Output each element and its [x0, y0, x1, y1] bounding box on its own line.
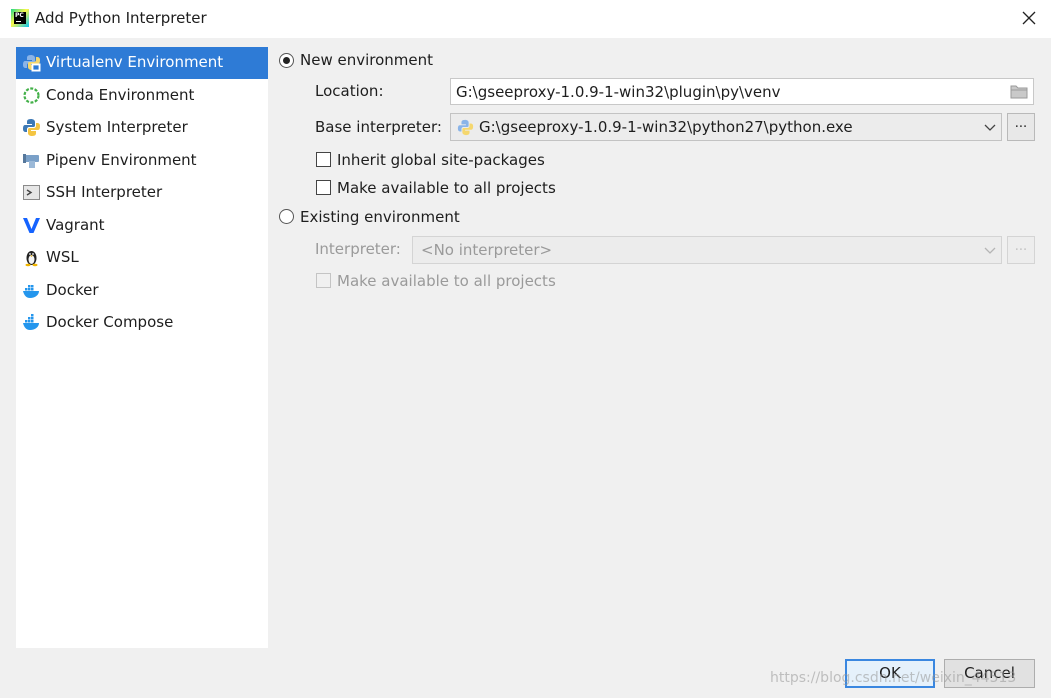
location-value: G:\gseeproxy-1.0.9-1-win32\plugin\py\ven…	[456, 83, 781, 101]
folder-icon[interactable]	[1010, 84, 1028, 99]
vagrant-icon	[23, 218, 40, 233]
linux-penguin-icon	[25, 251, 38, 267]
sidebar-item-label: Docker	[46, 281, 99, 299]
python-icon	[457, 119, 474, 136]
sidebar-item-label: Conda Environment	[46, 86, 195, 104]
docker-icon	[23, 285, 39, 298]
chevron-down-icon	[984, 124, 996, 131]
sidebar-item-wsl[interactable]: WSL	[16, 242, 268, 274]
sidebar-item-pipenv[interactable]: Pipenv Environment	[16, 145, 268, 177]
sidebar-item-label: WSL	[46, 248, 79, 266]
existing-make-available-label: Make available to all projects	[337, 272, 556, 290]
new-environment-label: New environment	[300, 51, 434, 69]
ssh-terminal-icon	[23, 185, 40, 200]
base-interpreter-combo[interactable]: G:\gseeproxy-1.0.9-1-win32\python27\pyth…	[450, 113, 1002, 141]
conda-icon	[23, 87, 40, 104]
sidebar-item-label: System Interpreter	[46, 118, 188, 136]
interpreter-combo[interactable]: <No interpreter>	[412, 236, 1002, 264]
sidebar-item-ssh[interactable]: SSH Interpreter	[16, 177, 268, 209]
sidebar-item-virtualenv[interactable]: Virtualenv Environment	[16, 47, 268, 79]
new-environment-radio[interactable]	[279, 53, 294, 68]
base-interpreter-value: G:\gseeproxy-1.0.9-1-win32\python27\pyth…	[479, 118, 853, 136]
pipenv-icon	[23, 154, 39, 168]
make-available-checkbox[interactable]	[316, 180, 331, 195]
window-title: Add Python Interpreter	[35, 9, 207, 27]
interpreter-value: <No interpreter>	[421, 241, 553, 259]
sidebar-item-conda[interactable]: Conda Environment	[16, 80, 268, 112]
browse-interpreter-button[interactable]: ...	[1007, 236, 1035, 264]
sidebar-item-label: Vagrant	[46, 216, 105, 234]
sidebar-item-docker[interactable]: Docker	[16, 275, 268, 307]
virtualenv-icon	[23, 55, 41, 72]
sidebar-item-label: Virtualenv Environment	[46, 53, 224, 71]
pycharm-logo-icon: PC	[11, 9, 29, 27]
location-label: Location:	[315, 82, 384, 100]
chevron-down-icon	[984, 247, 996, 254]
location-field[interactable]: G:\gseeproxy-1.0.9-1-win32\plugin\py\ven…	[450, 78, 1034, 105]
interpreter-label: Interpreter:	[315, 240, 401, 258]
sidebar-item-system-interpreter[interactable]: System Interpreter	[16, 112, 268, 144]
existing-make-available-checkbox[interactable]	[316, 273, 331, 288]
python-icon	[23, 119, 40, 136]
close-icon	[1022, 11, 1036, 25]
sidebar-item-docker-compose[interactable]: Docker Compose	[16, 307, 268, 339]
watermark-text: https://blog.csdn.net/weixin_44513	[770, 670, 1017, 686]
existing-environment-radio[interactable]	[279, 209, 294, 224]
close-button[interactable]	[1018, 6, 1040, 30]
docker-compose-icon	[23, 314, 39, 330]
browse-base-interpreter-button[interactable]: ...	[1007, 113, 1035, 141]
sidebar-item-label: Docker Compose	[46, 313, 174, 331]
existing-environment-label: Existing environment	[300, 208, 460, 226]
sidebar-item-label: SSH Interpreter	[46, 183, 163, 201]
make-available-label: Make available to all projects	[337, 179, 556, 197]
title-bar: PC Add Python Interpreter	[0, 0, 1051, 38]
inherit-site-packages-label: Inherit global site-packages	[337, 151, 545, 169]
sidebar-item-label: Pipenv Environment	[46, 151, 197, 169]
sidebar-item-vagrant[interactable]: Vagrant	[16, 210, 268, 242]
inherit-site-packages-checkbox[interactable]	[316, 152, 331, 167]
base-interpreter-label: Base interpreter:	[315, 118, 442, 136]
interpreter-type-list: Virtualenv Environment Conda Environment…	[16, 47, 268, 648]
